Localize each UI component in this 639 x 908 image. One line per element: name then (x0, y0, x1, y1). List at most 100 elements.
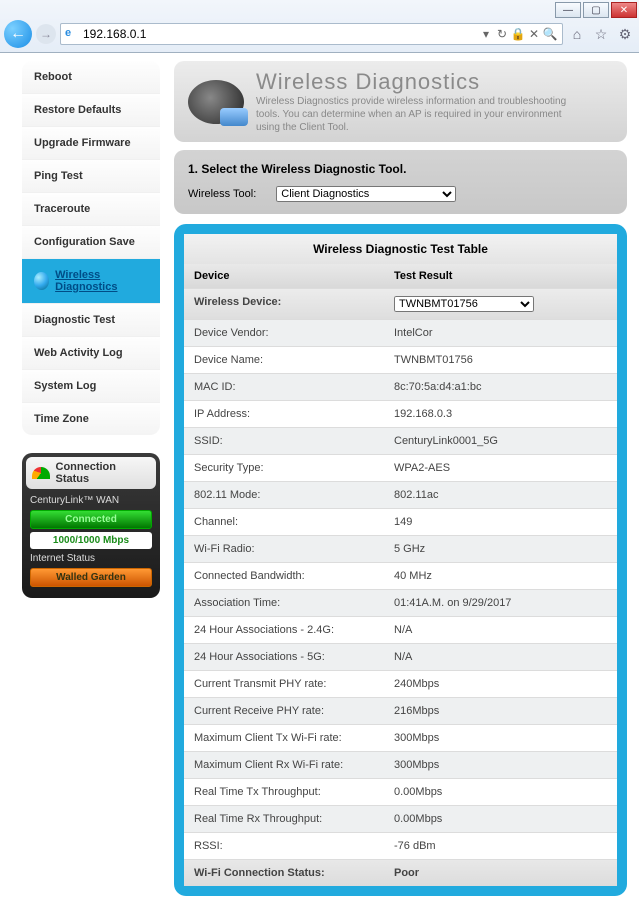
row-label: RSSI: (184, 833, 384, 859)
favorites-icon[interactable]: ☆ (591, 24, 611, 44)
row-label: 24 Hour Associations - 2.4G: (184, 617, 384, 643)
sidebar-item-diagnostic-test[interactable]: Diagnostic Test (22, 304, 160, 337)
row-label: Connected Bandwidth: (184, 563, 384, 589)
table-row: Maximum Client Rx Wi-Fi rate:300Mbps (184, 751, 617, 778)
row-value: 40 MHz (384, 563, 617, 589)
connection-status-box: Connection Status CenturyLink™ WAN Conne… (22, 453, 160, 598)
table-row: Wi-Fi Radio:5 GHz (184, 535, 617, 562)
row-label: Device Name: (184, 347, 384, 373)
table-row: Device Name:TWNBMT01756 (184, 346, 617, 373)
table-row: MAC ID:8c:70:5a:d4:a1:bc (184, 373, 617, 400)
row-label: Maximum Client Rx Wi-Fi rate: (184, 752, 384, 778)
sidebar-item-reboot[interactable]: Reboot (22, 61, 160, 94)
device-row-label: Wireless Device: (184, 289, 384, 319)
wireless-tool-select[interactable]: Client Diagnostics (276, 186, 456, 202)
maximize-button[interactable]: ▢ (583, 2, 609, 18)
row-label: MAC ID: (184, 374, 384, 400)
col-device: Device (184, 264, 384, 288)
row-label: SSID: (184, 428, 384, 454)
results-frame: Wireless Diagnostic Test Table Device Te… (174, 224, 627, 896)
active-indicator-icon (34, 272, 49, 290)
device-selector-row: Wireless Device: TWNBMT01756 (184, 288, 617, 319)
table-row: IP Address:192.168.0.3 (184, 400, 617, 427)
col-result: Test Result (384, 264, 617, 288)
row-value: 192.168.0.3 (384, 401, 617, 427)
search-icon[interactable]: 🔍 (542, 27, 558, 41)
table-title: Wireless Diagnostic Test Table (184, 234, 617, 264)
close-button[interactable]: ✕ (611, 2, 637, 18)
sidebar-item-label: Wireless Diagnostics (55, 269, 148, 293)
sidebar-item-configuration-save[interactable]: Configuration Save (22, 226, 160, 259)
table-row: Connected Bandwidth:40 MHz (184, 562, 617, 589)
gear-icon[interactable]: ⚙ (615, 24, 635, 44)
status-header: Connection Status (26, 457, 156, 489)
table-row: Real Time Rx Throughput:0.00Mbps (184, 805, 617, 832)
row-value: 149 (384, 509, 617, 535)
row-value: N/A (384, 644, 617, 670)
row-value: 802.11ac (384, 482, 617, 508)
wan-status-badge: Connected (30, 510, 152, 529)
wifi-status-row: Wi-Fi Connection Status: Poor (184, 859, 617, 886)
row-label: IP Address: (184, 401, 384, 427)
main-content: Wireless Diagnostics Wireless Diagnostic… (174, 61, 627, 896)
sidebar-item-upgrade-firmware[interactable]: Upgrade Firmware (22, 127, 160, 160)
internet-status-badge: Walled Garden (30, 568, 152, 587)
internet-label: Internet Status (30, 553, 152, 564)
row-value: N/A (384, 617, 617, 643)
lock-icon: 🔒 (510, 27, 526, 41)
sidebar-item-restore-defaults[interactable]: Restore Defaults (22, 94, 160, 127)
row-value: 300Mbps (384, 725, 617, 751)
page-header: Wireless Diagnostics Wireless Diagnostic… (174, 61, 627, 142)
back-button[interactable]: ← (4, 20, 32, 48)
row-label: Maximum Client Tx Wi-Fi rate: (184, 725, 384, 751)
sidebar-item-traceroute[interactable]: Traceroute (22, 193, 160, 226)
row-label: Current Receive PHY rate: (184, 698, 384, 724)
table-row: RSSI:-76 dBm (184, 832, 617, 859)
sidebar-item-wireless-diagnostics[interactable]: Wireless Diagnostics (22, 259, 160, 304)
table-row: Current Transmit PHY rate:240Mbps (184, 670, 617, 697)
row-value: -76 dBm (384, 833, 617, 859)
page-subtitle: Wireless Diagnostics provide wireless in… (256, 95, 576, 134)
row-value: 8c:70:5a:d4:a1:bc (384, 374, 617, 400)
wifi-status-value: Poor (384, 860, 617, 886)
refresh-icon[interactable]: ↻ (494, 27, 510, 41)
row-label: Association Time: (184, 590, 384, 616)
stop-icon[interactable]: ✕ (526, 27, 542, 41)
table-row: Current Receive PHY rate:216Mbps (184, 697, 617, 724)
wan-label: CenturyLink™ WAN (30, 495, 152, 506)
address-bar[interactable]: e ▾ ↻ 🔒 ✕ 🔍 (60, 23, 563, 45)
sidebar-item-system-log[interactable]: System Log (22, 370, 160, 403)
dropdown-icon[interactable]: ▾ (478, 27, 494, 41)
table-row: 24 Hour Associations - 5G:N/A (184, 643, 617, 670)
wireless-device-select[interactable]: TWNBMT01756 (394, 296, 534, 312)
window-titlebar: — ▢ ✕ (0, 0, 639, 20)
sidebar-menu: Reboot Restore Defaults Upgrade Firmware… (22, 61, 160, 435)
row-value: 240Mbps (384, 671, 617, 697)
step-title: 1. Select the Wireless Diagnostic Tool. (188, 162, 613, 176)
status-title: Connection Status (56, 461, 151, 485)
minimize-button[interactable]: — (555, 2, 581, 18)
table-head: Device Test Result (184, 264, 617, 288)
row-value: 5 GHz (384, 536, 617, 562)
row-value: IntelCor (384, 320, 617, 346)
tool-selector-box: 1. Select the Wireless Diagnostic Tool. … (174, 150, 627, 214)
table-row: Association Time:01:41A.M. on 9/29/2017 (184, 589, 617, 616)
sidebar-item-time-zone[interactable]: Time Zone (22, 403, 160, 435)
row-value: CenturyLink0001_5G (384, 428, 617, 454)
home-icon[interactable]: ⌂ (567, 24, 587, 44)
row-label: Real Time Tx Throughput: (184, 779, 384, 805)
sidebar-item-ping-test[interactable]: Ping Test (22, 160, 160, 193)
page-title: Wireless Diagnostics (256, 69, 576, 95)
browser-chrome: — ▢ ✕ ← → e ▾ ↻ 🔒 ✕ 🔍 ⌂ ☆ ⚙ (0, 0, 639, 53)
forward-button[interactable]: → (36, 24, 56, 44)
sidebar-item-web-activity-log[interactable]: Web Activity Log (22, 337, 160, 370)
row-label: Real Time Rx Throughput: (184, 806, 384, 832)
wifi-status-label: Wi-Fi Connection Status: (184, 860, 384, 886)
url-input[interactable] (79, 27, 478, 41)
table-row: Security Type:WPA2-AES (184, 454, 617, 481)
table-row: 24 Hour Associations - 2.4G:N/A (184, 616, 617, 643)
header-illustration (188, 80, 244, 124)
table-row: 802.11 Mode:802.11ac (184, 481, 617, 508)
row-value: 216Mbps (384, 698, 617, 724)
row-value: 0.00Mbps (384, 779, 617, 805)
